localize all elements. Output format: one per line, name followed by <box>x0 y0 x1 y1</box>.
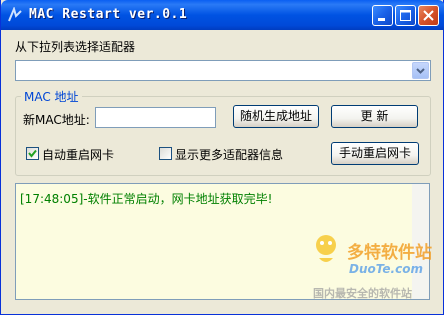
show-more-checkbox[interactable] <box>159 147 172 160</box>
dropdown-button[interactable] <box>412 62 429 79</box>
adapter-select-label: 从下拉列表选择适配器 <box>15 40 136 54</box>
close-button[interactable] <box>418 5 439 26</box>
update-button[interactable]: 更 新 <box>331 105 418 128</box>
show-more-label: 显示更多适配器信息 <box>175 148 284 162</box>
chevron-down-icon <box>416 68 425 74</box>
title-bar[interactable]: MAC Restart ver.0.1 <box>1 0 444 30</box>
maximize-icon <box>400 10 411 21</box>
minimize-button[interactable] <box>372 5 393 26</box>
new-mac-input[interactable] <box>95 107 216 128</box>
watermark-slogan: 国内最安全的软件站 <box>313 287 412 300</box>
watermark-logo-icon <box>316 235 336 262</box>
maximize-button[interactable] <box>395 5 416 26</box>
adapter-dropdown[interactable] <box>15 60 431 81</box>
auto-restart-checkbox[interactable] <box>26 147 39 160</box>
watermark-brand: 多特软件站 <box>347 243 432 263</box>
new-mac-label: 新MAC地址: <box>23 113 90 127</box>
checkmark-icon <box>28 149 37 158</box>
random-address-button[interactable]: 随机生成地址 <box>233 105 319 128</box>
auto-restart-label: 自动重启网卡 <box>42 148 115 162</box>
close-icon <box>423 10 434 21</box>
app-icon <box>8 7 22 22</box>
window-title: MAC Restart ver.0.1 <box>29 7 188 22</box>
minimize-icon <box>378 18 385 21</box>
watermark-url: DuoTe.com <box>349 262 423 276</box>
manual-restart-button[interactable]: 手动重启网卡 <box>331 142 419 165</box>
log-line: [17:48:05]-软件正常启动，网卡地址获取完毕! <box>20 192 273 206</box>
mac-group-title: MAC 地址 <box>21 88 82 105</box>
main-window: MAC Restart ver.0.1 从下拉列表选择适配器 MAC 地址 新M… <box>0 0 444 315</box>
